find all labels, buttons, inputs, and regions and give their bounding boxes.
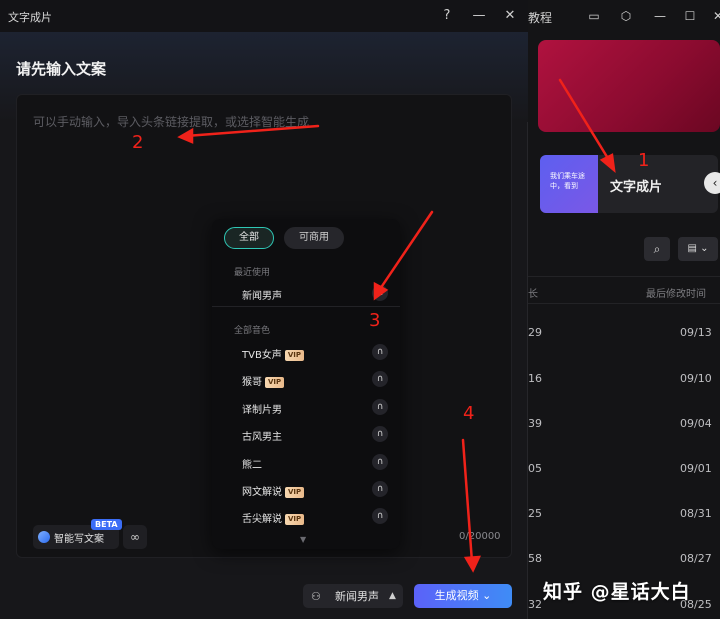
arrow-2 — [184, 124, 320, 138]
watermark: 知乎 @星话大白 — [543, 581, 691, 603]
arrow-3-head — [373, 281, 389, 301]
annotation-number: 1 — [638, 150, 650, 171]
screen: 教程 ▭ ⬡ — ☐ ✕ 我们乘车途中，看到 文字成片 ‹ ⌕ ▤ ⌄ 长 最后… — [0, 0, 720, 619]
annotation-number: 4 — [463, 403, 475, 424]
annotation-arrows — [177, 78, 616, 573]
arrow-4-head — [463, 555, 482, 573]
arrow-1 — [558, 78, 614, 167]
arrow-1-head — [599, 153, 616, 174]
arrow-4 — [461, 438, 474, 564]
annotation-number: 3 — [369, 310, 381, 331]
annotation-number: 2 — [132, 132, 144, 153]
arrow-3 — [376, 210, 434, 294]
arrow-2-head — [177, 127, 194, 144]
